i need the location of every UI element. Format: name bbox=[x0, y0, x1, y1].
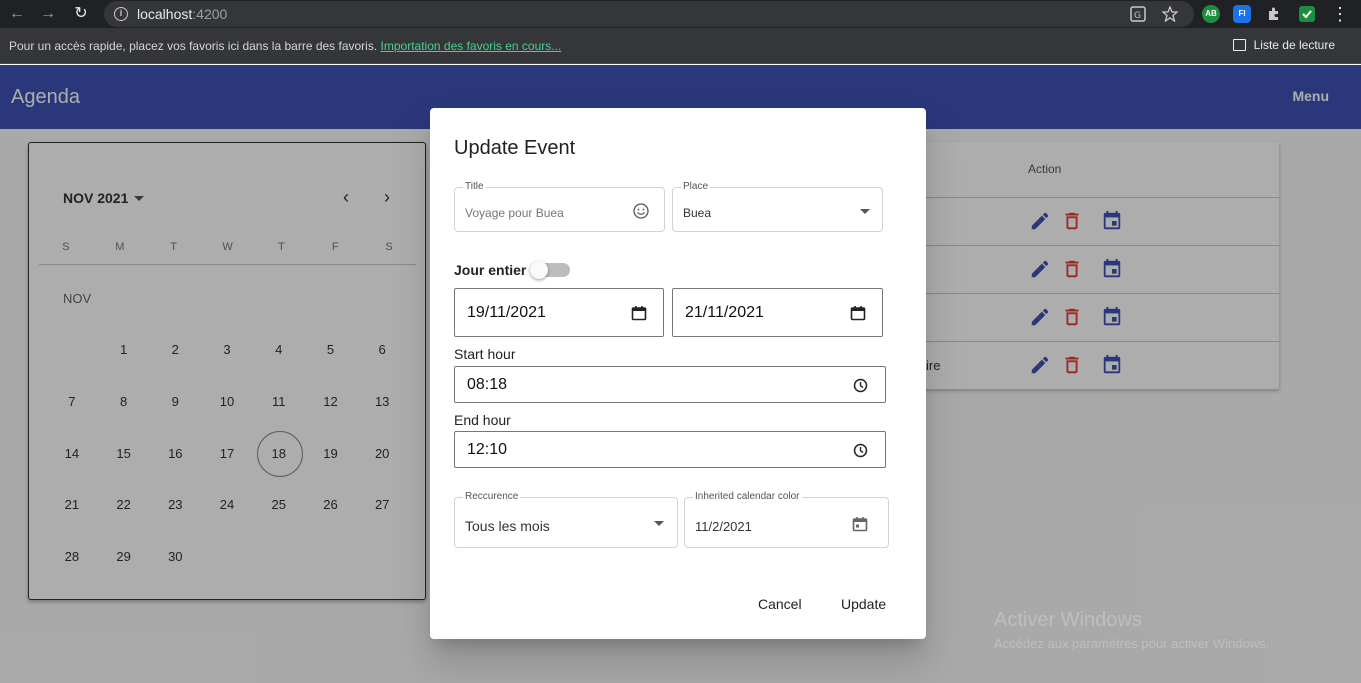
calendar-color-label: Inherited calendar color bbox=[693, 491, 802, 502]
emoji-icon[interactable] bbox=[633, 203, 649, 219]
reading-list-icon bbox=[1232, 39, 1246, 51]
extensions-puzzle-icon[interactable] bbox=[1266, 6, 1282, 22]
calendar-icon[interactable] bbox=[852, 516, 868, 532]
calendar-picker-icon[interactable] bbox=[850, 305, 866, 321]
calendar-color-value: 11/2/2021 bbox=[695, 519, 752, 534]
end-hour-value: 12:10 bbox=[467, 441, 508, 458]
clock-icon[interactable] bbox=[853, 443, 868, 458]
svg-text:G: G bbox=[1134, 11, 1141, 21]
ext-fi-icon[interactable]: FI bbox=[1233, 5, 1251, 23]
update-button[interactable]: Update bbox=[841, 596, 886, 612]
start-date-value: 19/11/2021 bbox=[467, 304, 546, 321]
dialog-title: Update Event bbox=[454, 137, 576, 159]
cancel-button[interactable]: Cancel bbox=[758, 596, 802, 612]
start-date-input[interactable]: 19/11/2021 bbox=[454, 288, 664, 337]
start-hour-value: 08:18 bbox=[467, 376, 508, 393]
place-select[interactable]: Place Buea bbox=[672, 181, 883, 232]
bookmark-star-icon[interactable] bbox=[1162, 6, 1178, 22]
end-hour-input[interactable]: 12:10 bbox=[454, 431, 886, 468]
browser-tabbar: ← → ↻ i localhost:4200 G AB FI ⋮ bbox=[0, 0, 1361, 28]
reading-list-button[interactable]: Liste de lecture bbox=[1232, 38, 1335, 52]
bookmarks-message: Pour un accès rapide, placez vos favoris… bbox=[9, 39, 562, 53]
import-bookmarks-link[interactable]: Importation des favoris en cours... bbox=[381, 39, 562, 53]
calendar-picker-icon[interactable] bbox=[631, 305, 647, 321]
title-field[interactable]: Title Voyage pour Buea bbox=[454, 181, 665, 232]
end-date-value: 21/11/2021 bbox=[685, 304, 764, 321]
title-field-label: Title bbox=[463, 181, 486, 192]
chevron-down-icon bbox=[860, 209, 870, 214]
calendar-color-field[interactable]: Inherited calendar color 11/2/2021 bbox=[684, 491, 889, 548]
forward-arrow-icon[interactable]: → bbox=[38, 4, 58, 24]
recurrence-label: Reccurence bbox=[463, 491, 521, 502]
recurrence-select[interactable]: Reccurence Tous les mois bbox=[454, 491, 678, 548]
update-event-dialog: Update Event Title Voyage pour Buea Plac… bbox=[430, 108, 926, 639]
end-hour-label: End hour bbox=[454, 412, 511, 428]
address-bar[interactable]: i localhost:4200 G bbox=[104, 1, 1194, 27]
all-day-toggle[interactable] bbox=[530, 260, 570, 280]
shield-check-icon[interactable] bbox=[1298, 5, 1316, 23]
reload-icon[interactable]: ↻ bbox=[71, 4, 91, 24]
chevron-down-icon bbox=[654, 521, 664, 526]
place-field-label: Place bbox=[681, 181, 711, 192]
place-value: Buea bbox=[683, 206, 712, 220]
end-date-input[interactable]: 21/11/2021 bbox=[672, 288, 883, 337]
site-info-icon[interactable]: i bbox=[114, 7, 128, 21]
title-input[interactable]: Voyage pour Buea bbox=[465, 206, 564, 220]
back-arrow-icon[interactable]: ← bbox=[7, 4, 27, 24]
browser-menu-icon[interactable]: ⋮ bbox=[1330, 4, 1350, 24]
recurrence-value: Tous les mois bbox=[465, 518, 550, 534]
bookmarks-bar: Pour un accès rapide, placez vos favoris… bbox=[0, 28, 1361, 64]
ext-ab-icon[interactable]: AB bbox=[1202, 5, 1220, 23]
all-day-label: Jour entier bbox=[454, 262, 527, 278]
clock-icon[interactable] bbox=[853, 378, 868, 393]
windows-watermark: Activer Windows Accédez aux paramètres p… bbox=[994, 609, 1270, 651]
start-hour-input[interactable]: 08:18 bbox=[454, 366, 886, 403]
toggle-thumb bbox=[530, 261, 548, 279]
translate-icon[interactable]: G bbox=[1130, 6, 1146, 22]
start-hour-label: Start hour bbox=[454, 346, 516, 362]
url-text: localhost:4200 bbox=[137, 6, 228, 22]
